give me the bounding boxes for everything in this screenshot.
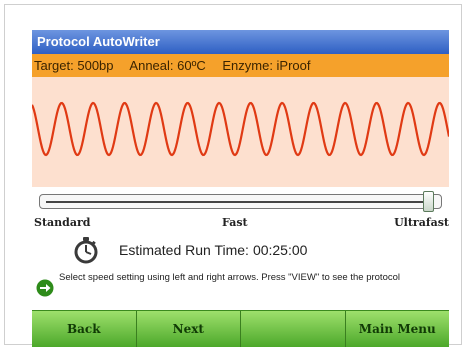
waveform-line: [32, 101, 449, 157]
enzyme-name: Enzyme: iProof: [222, 58, 311, 73]
back-button[interactable]: Back: [32, 311, 137, 347]
slider-thumb[interactable]: [423, 191, 434, 212]
run-time-value: 00:25:00: [252, 242, 308, 258]
target-size: Target: 500bp: [34, 58, 114, 73]
instruction-text: Select speed setting using left and righ…: [59, 272, 400, 283]
speed-label-ultrafast: Ultrafast: [394, 216, 449, 229]
waveform-graphic: [32, 101, 449, 157]
run-time-label: Estimated Run Time:: [119, 242, 249, 258]
instruction-row: Select speed setting using left and righ…: [36, 272, 446, 302]
green-arrow-icon: [36, 279, 54, 302]
run-time-text: Estimated Run Time: 00:25:00: [119, 242, 311, 258]
device-frame: Protocol AutoWriter Target: 500bp Anneal…: [4, 4, 462, 347]
waveform-panel: [32, 77, 449, 187]
speed-slider[interactable]: [39, 191, 442, 212]
stopwatch-icon: [72, 236, 100, 269]
speed-label-standard: Standard: [34, 216, 91, 229]
speed-label-fast: Fast: [222, 216, 248, 229]
app-title: Protocol AutoWriter: [32, 30, 449, 54]
main-menu-button[interactable]: Main Menu: [346, 311, 450, 347]
softkey-bar: Back Next Main Menu: [32, 310, 449, 347]
blank-softkey[interactable]: [241, 311, 346, 347]
slider-line: [46, 201, 429, 203]
speed-labels: Standard Fast Ultrafast: [32, 216, 449, 230]
device-screen: Protocol AutoWriter Target: 500bp Anneal…: [32, 30, 449, 347]
anneal-temperature: Anneal: 60ºC: [129, 58, 206, 73]
protocol-status-bar: Target: 500bp Anneal: 60ºC Enzyme: iProo…: [32, 54, 449, 77]
next-button[interactable]: Next: [137, 311, 241, 347]
run-time-row: Estimated Run Time: 00:25:00: [72, 236, 432, 264]
